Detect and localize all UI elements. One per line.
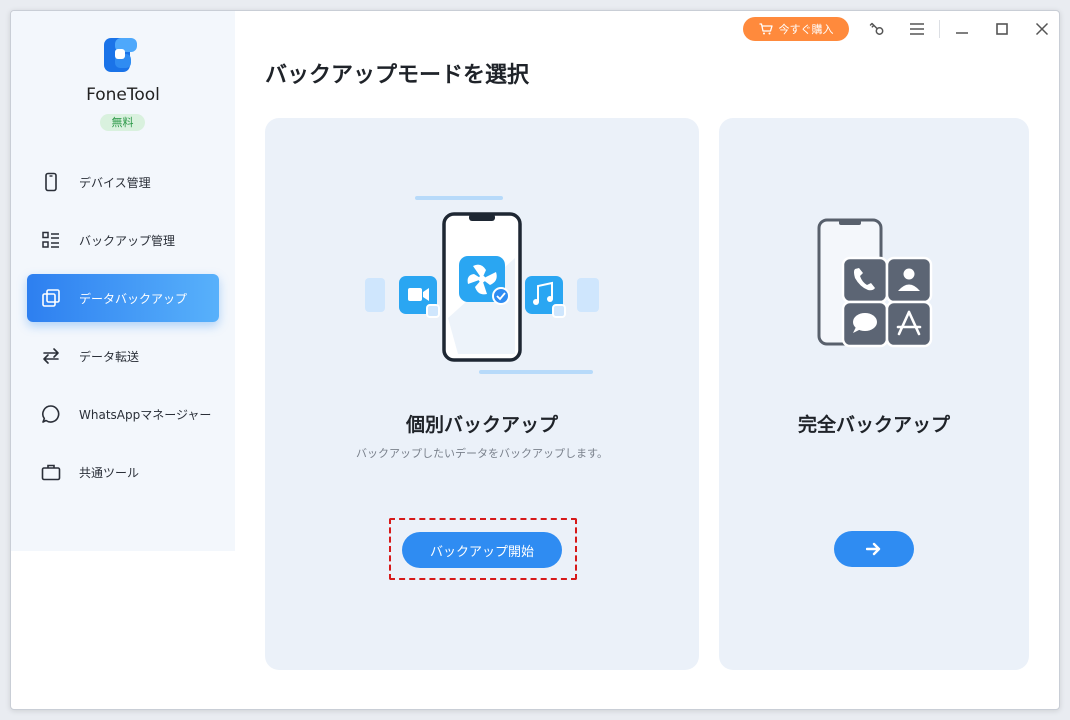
full-backup-arrow-button[interactable] (834, 531, 914, 567)
toolbox-icon (41, 464, 61, 481)
plan-badge: 無料 (100, 114, 145, 131)
app-name: FoneTool (86, 85, 160, 105)
sidebar-item-label: バックアップ管理 (79, 233, 176, 248)
key-icon[interactable] (867, 19, 887, 39)
menu-icon[interactable] (907, 19, 927, 39)
sidebar: FoneTool 無料 デバイス管理 バックアップ管理 データバックアップ デー… (11, 11, 235, 551)
buy-now-button[interactable]: 今すぐ購入 (743, 17, 849, 41)
full-backup-illustration (817, 218, 933, 348)
cart-icon (759, 23, 773, 35)
individual-backup-card[interactable]: 個別バックアップ バックアップしたいデータをバックアップします。 バックアップ開… (265, 118, 699, 670)
chat-icon (42, 405, 60, 423)
sidebar-item-whatsapp-manager[interactable]: WhatsAppマネージャー (27, 390, 219, 438)
arrow-right-icon (866, 542, 881, 556)
page-title: バックアップモードを選択 (265, 63, 530, 88)
sidebar-item-label: 共通ツール (79, 465, 140, 480)
buy-now-label: 今すぐ購入 (778, 23, 834, 36)
sidebar-nav: デバイス管理 バックアップ管理 データバックアップ データ転送 WhatsApp… (27, 158, 219, 506)
individual-backup-title: 個別バックアップ (405, 414, 558, 436)
individual-backup-illustration (365, 196, 599, 374)
maximize-icon[interactable] (992, 19, 1012, 39)
sidebar-item-backup-management[interactable]: バックアップ管理 (27, 216, 219, 264)
transfer-icon (43, 348, 59, 364)
close-icon[interactable] (1032, 19, 1052, 39)
sidebar-item-label: データ転送 (79, 349, 140, 364)
app-window: FoneTool 無料 デバイス管理 バックアップ管理 データバックアップ デー… (10, 10, 1060, 710)
sidebar-item-data-transfer[interactable]: データ転送 (27, 332, 219, 380)
minimize-icon[interactable] (952, 19, 972, 39)
list-icon (42, 231, 59, 248)
phone-icon (45, 172, 57, 192)
sidebar-item-label: WhatsAppマネージャー (79, 407, 212, 422)
fonetool-logo-icon (104, 38, 137, 72)
start-backup-button[interactable]: バックアップ開始 (402, 532, 562, 568)
full-backup-title: 完全バックアップ (797, 414, 950, 436)
individual-backup-description: バックアップしたいデータをバックアップします。 (356, 447, 608, 460)
sidebar-item-data-backup[interactable]: データバックアップ (27, 274, 219, 322)
copy-icon (42, 289, 60, 307)
full-backup-card[interactable]: 完全バックアップ (719, 118, 1029, 670)
sidebar-item-common-tools[interactable]: 共通ツール (27, 448, 219, 496)
sidebar-item-label: データバックアップ (79, 291, 188, 306)
sidebar-item-device-management[interactable]: デバイス管理 (27, 158, 219, 206)
titlebar-separator (939, 20, 940, 38)
sidebar-item-label: デバイス管理 (79, 175, 151, 190)
